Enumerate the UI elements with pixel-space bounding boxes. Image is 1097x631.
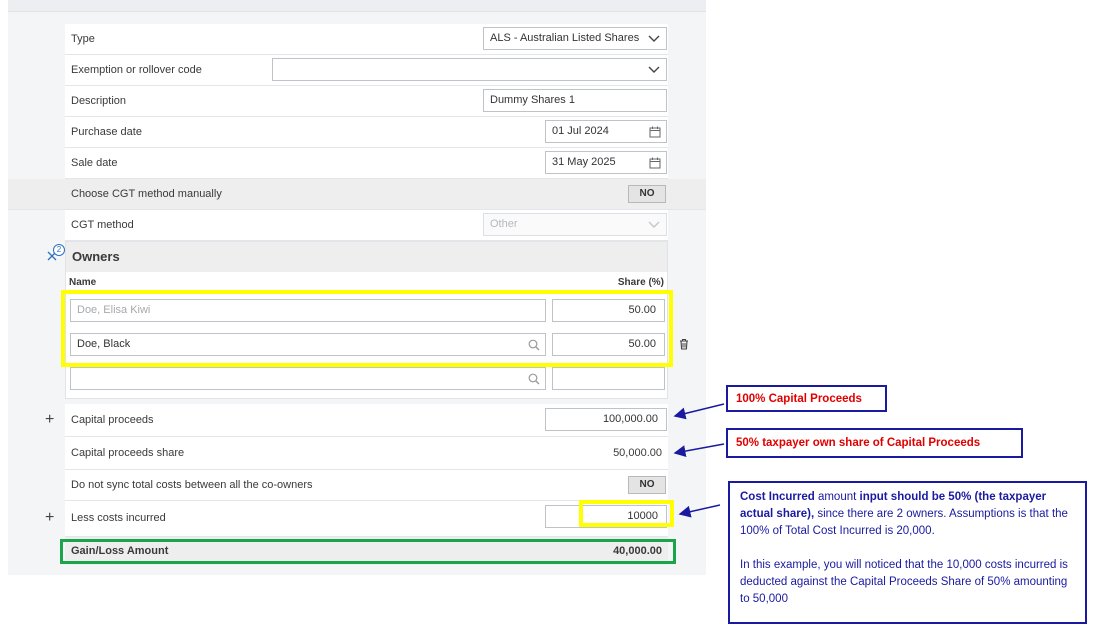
owners-header (66, 242, 667, 272)
owners-count-badge: 2 (53, 244, 65, 256)
cgt-method-label: CGT method (71, 219, 134, 231)
note-cost-incurred: Cost Incurred amount input should be 50%… (728, 481, 1087, 624)
owners-highlight-box (61, 290, 673, 367)
exemption-select[interactable] (272, 58, 667, 81)
cgt-manual-label: Choose CGT method manually (71, 188, 222, 200)
description-label: Description (71, 95, 127, 107)
type-label: Type (71, 33, 95, 45)
chevron-down-icon (648, 221, 660, 228)
cgt-method-placeholder: Other (490, 218, 518, 230)
purchase-date-value: 01 Jul 2024 (552, 125, 609, 137)
purchase-date-label: Purchase date (71, 126, 142, 138)
calendar-icon[interactable] (649, 157, 661, 169)
cgt-manual-toggle[interactable]: NO (628, 185, 666, 203)
type-value: ALS - Australian Listed Shares (490, 32, 640, 44)
cgt-method-row: CGT method Other (65, 210, 668, 241)
note-capital-proceeds: 100% Capital Proceeds (726, 385, 887, 412)
search-icon[interactable] (528, 373, 540, 385)
cgt-method-select[interactable]: Other (483, 213, 667, 236)
note-cost-incurred-para1: Cost Incurred amount input should be 50%… (740, 489, 1075, 540)
no-sync-label: Do not sync total costs between all the … (71, 479, 313, 491)
capital-proceeds-label: Capital proceeds (71, 414, 154, 426)
capital-proceeds-row: Capital proceeds 100,000.00 (65, 404, 668, 437)
owners-name-header: Name (69, 277, 97, 288)
chevron-down-icon (648, 35, 660, 42)
capital-proceeds-input[interactable]: 100,000.00 (545, 408, 667, 431)
capital-proceeds-share-value: 50,000.00 (613, 447, 662, 459)
expand-plus-icon[interactable]: + (45, 510, 54, 526)
exemption-row: Exemption or rollover code (65, 55, 668, 86)
purchase-date-row: Purchase date 01 Jul 2024 (65, 117, 668, 148)
costs-label: Less costs incurred (71, 512, 166, 524)
panel-header-strip (8, 0, 706, 12)
note-cost-incurred-para2: In this example, you will noticed that t… (740, 559, 1068, 605)
no-sync-row: Do not sync total costs between all the … (65, 470, 668, 501)
owners-share-header: Share (%) (617, 277, 664, 288)
sale-date-value: 31 May 2025 (552, 156, 616, 168)
owner-name-input[interactable] (70, 367, 546, 390)
capital-proceeds-share-row: Capital proceeds share 50,000.00 (65, 437, 668, 470)
owner-share-input[interactable] (552, 367, 665, 390)
trash-icon[interactable] (678, 338, 690, 350)
exemption-label: Exemption or rollover code (71, 64, 202, 76)
owners-collapse-button[interactable]: 2 (46, 244, 66, 265)
description-input[interactable]: Dummy Shares 1 (483, 89, 667, 112)
sale-date-input[interactable]: 31 May 2025 (545, 151, 667, 174)
owners-title: Owners (72, 249, 120, 264)
type-select[interactable]: ALS - Australian Listed Shares (483, 27, 667, 50)
purchase-date-input[interactable]: 01 Jul 2024 (545, 120, 667, 143)
type-row: Type ALS - Australian Listed Shares (65, 24, 668, 55)
calendar-icon[interactable] (649, 126, 661, 138)
costs-highlight-box (579, 500, 674, 527)
sale-date-row: Sale date 31 May 2025 (65, 148, 668, 179)
no-sync-toggle[interactable]: NO (628, 476, 666, 494)
expand-plus-icon[interactable]: + (45, 412, 54, 428)
costs-row: Less costs incurred 10000 (65, 501, 668, 537)
description-row: Description Dummy Shares 1 (65, 86, 668, 117)
note-text: amount (814, 491, 860, 503)
gain-loss-highlight-box (60, 539, 676, 564)
cgt-manual-row: Choose CGT method manually NO (8, 179, 706, 210)
chevron-down-icon (648, 66, 660, 73)
sale-date-label: Sale date (71, 157, 118, 169)
note-bold: Cost Incurred (740, 491, 815, 503)
capital-proceeds-share-label: Capital proceeds share (71, 447, 185, 459)
note-capital-proceeds-share: 50% taxpayer own share of Capital Procee… (726, 428, 1023, 458)
